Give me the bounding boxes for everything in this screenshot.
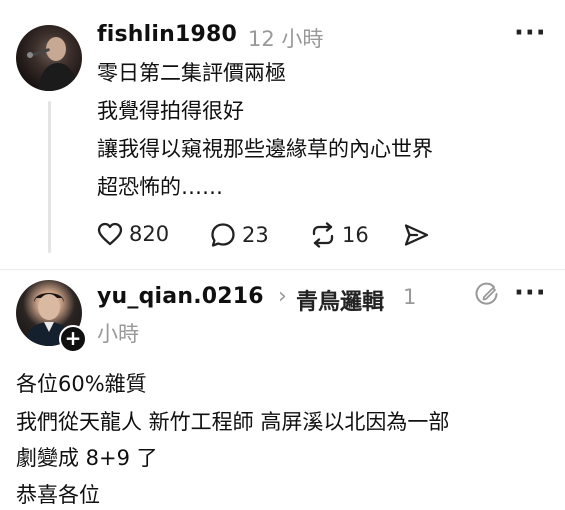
post1-line-2: 我覺得拍得很好 [97,99,244,123]
post1-line-4: 超恐怖的…… [97,175,223,199]
post1-line-1: 零日第二集評價兩極 [97,61,286,85]
translate-button[interactable] [474,281,500,307]
comment-button[interactable]: 23 [210,222,269,248]
send-icon [404,224,429,246]
post2-timestamp-number: 1 [403,285,417,309]
heart-icon [97,222,123,246]
post1-username[interactable]: fishlin1980 [97,22,237,47]
repost-button[interactable]: 16 [309,222,369,248]
chevron-right-icon: › [278,284,287,309]
post2-line-4: 恭喜各位 [16,483,100,507]
repost-icon [312,222,334,248]
post1-timestamp: 12 小時 [248,27,324,51]
thread-line [48,101,51,253]
post2-line-1: 各位60%雜質 [16,372,147,396]
post2-username[interactable]: yu_qian.0216 [97,284,264,309]
post2-topic-tag[interactable]: 青鳥邏輯 [296,284,384,316]
like-count: 820 [129,222,170,246]
post2-timestamp-unit: 小時 [97,322,139,346]
comment-count: 23 [242,223,269,247]
singer-silhouette-icon [27,37,78,91]
more-options-icon[interactable]: ··· [514,18,547,48]
post-divider [0,269,565,270]
share-button[interactable] [403,223,429,247]
post2-line-3: 劇變成 8+9 了 [16,446,158,470]
comment-bubble-icon [211,223,235,247]
edit-circle-icon [475,282,498,305]
post1-avatar[interactable] [16,25,82,91]
more-options-icon-2[interactable]: ··· [514,278,547,308]
like-button[interactable]: 820 [97,222,169,246]
post1-line-3: 讓我得以窺視那些邊緣草的內心世界 [97,137,433,161]
follow-add-badge[interactable]: + [59,325,87,353]
repost-count: 16 [342,223,369,247]
post2-line-2: 我們從天龍人 新竹工程師 高屏溪以北因為一部 [16,410,450,434]
